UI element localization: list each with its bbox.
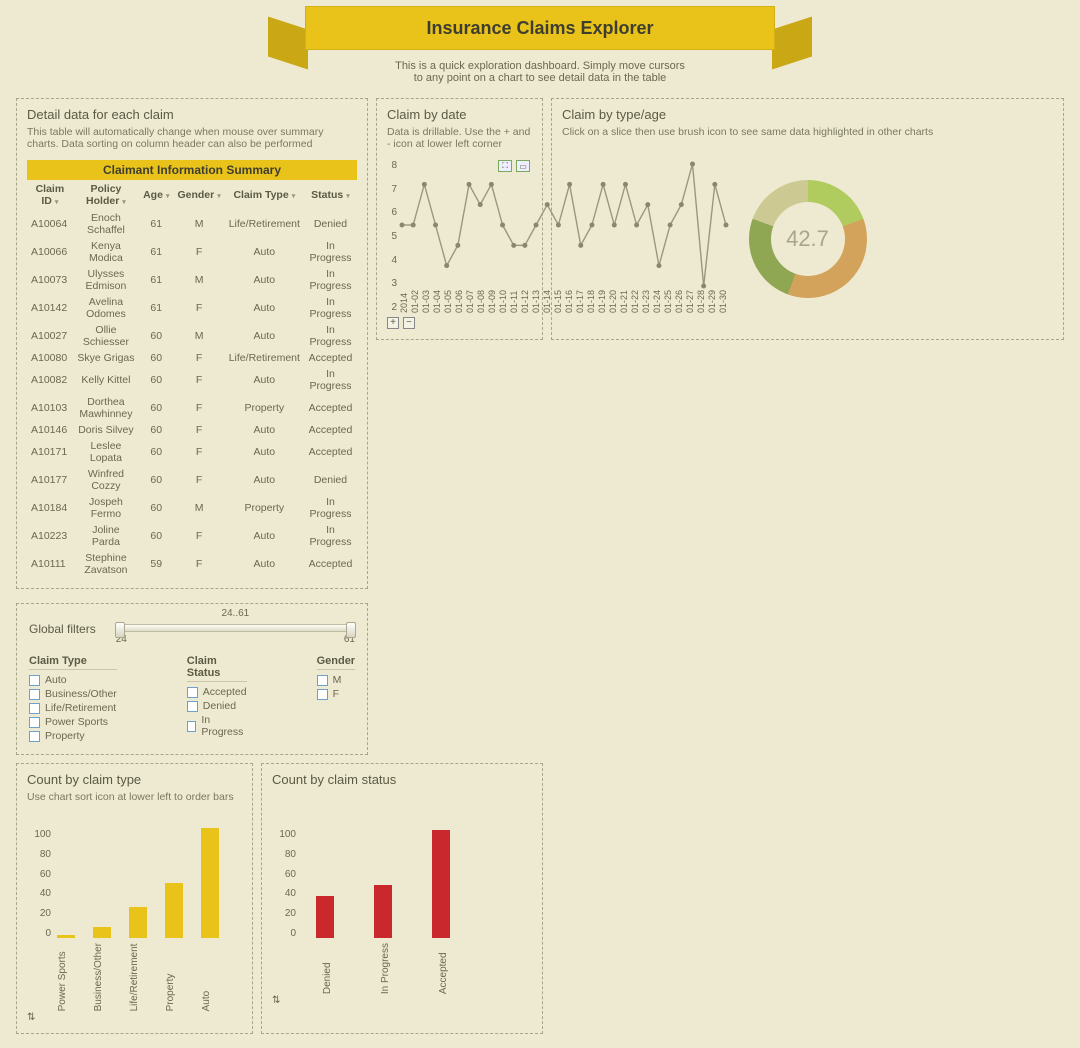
filter-option[interactable]: Life/Retirement bbox=[29, 702, 117, 714]
restore-icon[interactable]: ▭ bbox=[516, 160, 530, 172]
panel-title: Count by claim type bbox=[27, 772, 242, 787]
donut-chart[interactable]: 42.7 bbox=[749, 180, 867, 298]
filter-gender: Gender MF bbox=[317, 655, 356, 744]
slider-handle-max[interactable] bbox=[346, 622, 356, 638]
column-header[interactable]: Status▾ bbox=[304, 180, 357, 210]
checkbox-icon[interactable] bbox=[317, 675, 328, 686]
checkbox-icon[interactable] bbox=[29, 689, 40, 700]
bar[interactable] bbox=[93, 927, 111, 938]
claims-table: Claim ID▾Policy Holder▾Age▾Gender▾Claim … bbox=[27, 180, 357, 578]
panel-sub: Use chart sort icon at lower left to ord… bbox=[27, 791, 242, 817]
filter-option[interactable]: In Progress bbox=[187, 714, 247, 738]
line-chart-area[interactable]: ⛶ ▭ 8765432 201401-0201-0301-0401-0501-0… bbox=[387, 160, 532, 329]
checkbox-icon[interactable] bbox=[317, 689, 328, 700]
column-header[interactable]: Claim ID▾ bbox=[27, 180, 73, 210]
filter-claim-type: Claim Type AutoBusiness/OtherLife/Retire… bbox=[29, 655, 117, 744]
bar[interactable] bbox=[374, 885, 392, 938]
bar-chart-status[interactable]: 100806040200 bbox=[272, 825, 532, 939]
bar[interactable] bbox=[201, 828, 219, 938]
checkbox-icon[interactable] bbox=[29, 731, 40, 742]
column-header[interactable]: Policy Holder▾ bbox=[73, 180, 139, 210]
bar[interactable] bbox=[432, 830, 450, 938]
page-title: Insurance Claims Explorer bbox=[426, 18, 653, 39]
table-row[interactable]: A10027Ollie Schiesser60MAutoIn Progress bbox=[27, 322, 357, 350]
table-row[interactable]: A10064Enoch Schaffel61MLife/RetirementDe… bbox=[27, 210, 357, 238]
table-banner: Claimant Information Summary bbox=[27, 160, 357, 180]
panel-count-by-type: Count by claim type Use chart sort icon … bbox=[16, 763, 253, 1034]
filter-option[interactable]: Accepted bbox=[187, 686, 247, 698]
filter-option[interactable]: F bbox=[317, 688, 356, 700]
column-header[interactable]: Age▾ bbox=[139, 180, 173, 210]
panel-title: Claim by type/age bbox=[562, 107, 1053, 122]
checkbox-icon[interactable] bbox=[29, 675, 40, 686]
filter-option[interactable]: Auto bbox=[29, 674, 117, 686]
donut-center-value: 42.7 bbox=[749, 180, 867, 298]
drill-plus-icon[interactable]: + bbox=[387, 317, 399, 329]
panel-claim-by-date: Claim by date Data is drillable. Use the… bbox=[376, 98, 543, 340]
table-row[interactable]: A10171Leslee Lopata60FAutoAccepted bbox=[27, 438, 357, 466]
checkbox-icon[interactable] bbox=[187, 721, 197, 732]
panel-count-by-status: Count by claim status 100806040200 Denie… bbox=[261, 763, 543, 1034]
table-row[interactable]: A10146Doris Silvey60FAutoAccepted bbox=[27, 422, 357, 438]
maximize-icon[interactable]: ⛶ bbox=[498, 160, 512, 172]
title-banner: Insurance Claims Explorer bbox=[0, 6, 1080, 54]
panel-sub bbox=[272, 791, 532, 817]
panel-title: Count by claim status bbox=[272, 772, 532, 787]
panel-global-filters: Global filters 24..61 24 61 Claim Type bbox=[16, 603, 368, 755]
bar[interactable] bbox=[57, 935, 75, 938]
bar[interactable] bbox=[165, 883, 183, 938]
drill-minus-icon[interactable]: − bbox=[403, 317, 415, 329]
panel-sub: Data is drillable. Use the + and - icon … bbox=[387, 126, 532, 152]
subtitle: This is a quick exploration dashboard. S… bbox=[0, 60, 1080, 84]
panel-sub: This table will automatically change whe… bbox=[27, 126, 357, 152]
line-chart[interactable] bbox=[399, 160, 729, 290]
table-row[interactable]: A10177Winfred Cozzy60FAutoDenied bbox=[27, 466, 357, 494]
filter-option[interactable]: Power Sports bbox=[29, 716, 117, 728]
y-axis: 8765432 bbox=[387, 160, 397, 313]
table-row[interactable]: A10103Dorthea Mawhinney60FPropertyAccept… bbox=[27, 394, 357, 422]
bar[interactable] bbox=[129, 907, 147, 938]
bar-chart-type[interactable]: 100806040200 bbox=[27, 825, 242, 939]
sort-icon[interactable]: ⇅ bbox=[27, 1012, 35, 1023]
checkbox-icon[interactable] bbox=[187, 701, 198, 712]
panel-detail-table: Detail data for each claim This table wi… bbox=[16, 98, 368, 589]
column-header[interactable]: Gender▾ bbox=[173, 180, 224, 210]
panel-title: Detail data for each claim bbox=[27, 107, 357, 122]
table-row[interactable]: A10184Jospeh Fermo60MPropertyIn Progress bbox=[27, 494, 357, 522]
table-row[interactable]: A10111Stephine Zavatson59FAutoAccepted bbox=[27, 550, 357, 578]
column-header[interactable]: Claim Type▾ bbox=[225, 180, 304, 210]
filters-title: Global filters bbox=[29, 622, 96, 636]
bar[interactable] bbox=[316, 896, 334, 938]
table-row[interactable]: A10080Skye Grigas60FLife/RetirementAccep… bbox=[27, 350, 357, 366]
checkbox-icon[interactable] bbox=[187, 687, 198, 698]
table-row[interactable]: A10066Kenya Modica61FAutoIn Progress bbox=[27, 238, 357, 266]
sort-icon[interactable]: ⇅ bbox=[272, 995, 280, 1006]
slider-handle-min[interactable] bbox=[115, 622, 125, 638]
filter-option[interactable]: Business/Other bbox=[29, 688, 117, 700]
table-row[interactable]: A10142Avelina Odomes61FAutoIn Progress bbox=[27, 294, 357, 322]
slider-value: 24..61 bbox=[221, 608, 249, 619]
filter-claim-status: Claim Status AcceptedDeniedIn Progress bbox=[187, 655, 247, 744]
panel-title: Claim by date bbox=[387, 107, 532, 122]
filter-option[interactable]: Denied bbox=[187, 700, 247, 712]
x-axis: 201401-0201-0301-0401-0501-0601-0701-080… bbox=[387, 290, 532, 313]
age-slider[interactable]: 24..61 24 61 bbox=[116, 612, 355, 645]
filter-option[interactable]: Property bbox=[29, 730, 117, 742]
table-row[interactable]: A10082Kelly Kittel60FAutoIn Progress bbox=[27, 366, 357, 394]
filter-option[interactable]: M bbox=[317, 674, 356, 686]
title-ribbon: Insurance Claims Explorer bbox=[305, 6, 775, 50]
slider-track[interactable] bbox=[116, 624, 355, 632]
checkbox-icon[interactable] bbox=[29, 703, 40, 714]
table-row[interactable]: A10073Ulysses Edmison61MAutoIn Progress bbox=[27, 266, 357, 294]
table-row[interactable]: A10223Joline Parda60FAutoIn Progress bbox=[27, 522, 357, 550]
checkbox-icon[interactable] bbox=[29, 717, 40, 728]
